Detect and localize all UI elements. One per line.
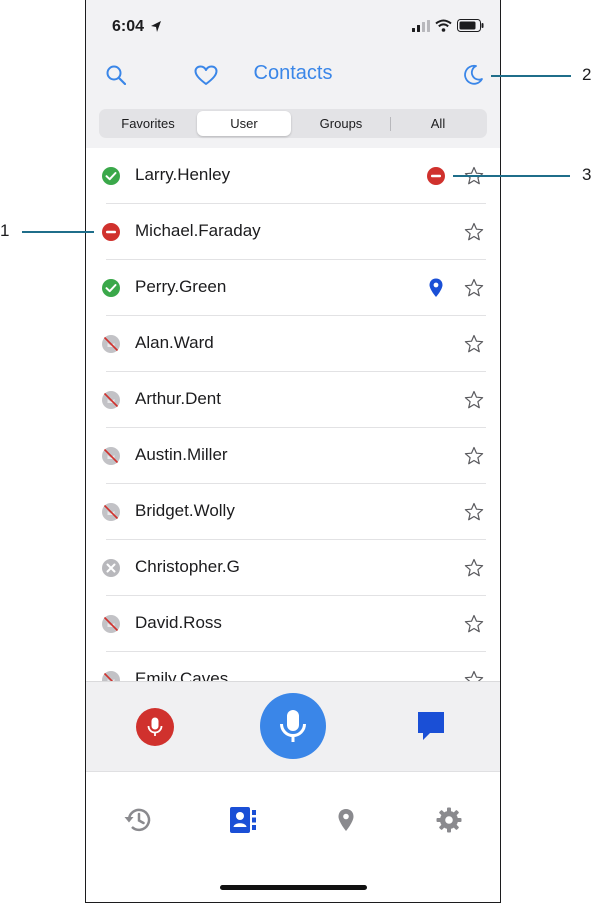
unavailable-status-icon: [102, 559, 120, 577]
contact-name: Bridget.Wolly: [135, 501, 235, 520]
tab-bar: [86, 771, 500, 902]
wifi-icon: [435, 19, 452, 32]
contact-row[interactable]: Austin.Miller: [86, 428, 500, 484]
contact-row[interactable]: David.Ross: [86, 596, 500, 652]
dnd-icon: [427, 167, 445, 185]
contact-name: Arthur.Dent: [135, 389, 221, 408]
contact-row[interactable]: Arthur.Dent: [86, 372, 500, 428]
contacts-icon[interactable]: [229, 806, 257, 834]
contact-row[interactable]: Michael.Faraday: [86, 204, 500, 260]
status-time: 6:04: [112, 18, 145, 35]
callout-line-1: [22, 231, 94, 233]
callout-label-1: 1: [0, 221, 10, 240]
favorite-star-icon[interactable]: [464, 446, 484, 466]
contact-name: Alan.Ward: [135, 333, 214, 352]
push-to-talk-bar: [86, 681, 500, 772]
push-to-talk-button[interactable]: [260, 693, 326, 759]
contact-row[interactable]: Bridget.Wolly: [86, 484, 500, 540]
contact-name: Emily.Caves: [135, 669, 229, 681]
phone-frame: 6:04 Contacts Favorites User Groups All …: [85, 0, 501, 903]
offline-status-icon: [102, 447, 120, 465]
contact-name: David.Ross: [135, 613, 222, 632]
home-indicator[interactable]: [220, 885, 367, 890]
contact-row[interactable]: Larry.Henley: [86, 148, 500, 204]
contact-list: Larry.Henley Michael.Faraday Perry.Green…: [86, 148, 500, 681]
offline-status-icon: [102, 615, 120, 633]
segment-user[interactable]: User: [197, 111, 291, 136]
contact-name: Christopher.G: [135, 557, 240, 576]
offline-status-icon: [102, 671, 120, 681]
callout-line-3: [453, 175, 570, 177]
battery-icon: [457, 19, 484, 32]
segmented-control: Favorites User Groups All: [99, 109, 487, 138]
callout-line-2: [491, 75, 571, 77]
segment-groups[interactable]: Groups: [293, 111, 389, 136]
contact-name: Michael.Faraday: [135, 221, 261, 240]
favorite-star-icon[interactable]: [464, 670, 484, 681]
segment-all[interactable]: All: [391, 111, 485, 136]
available-status-icon: [102, 167, 120, 185]
offline-status-icon: [102, 391, 120, 409]
available-status-icon: [102, 279, 120, 297]
location-pin-icon[interactable]: [426, 277, 446, 299]
favorite-star-icon[interactable]: [464, 222, 484, 242]
cellular-signal-icon: [412, 20, 430, 32]
favorite-star-icon[interactable]: [464, 614, 484, 634]
header: Contacts Favorites User Groups All: [86, 52, 500, 148]
moon-icon[interactable]: [462, 64, 484, 86]
emergency-mic-button[interactable]: [136, 708, 174, 746]
segment-favorites[interactable]: Favorites: [101, 111, 195, 136]
favorite-star-icon[interactable]: [464, 390, 484, 410]
favorite-star-icon[interactable]: [464, 278, 484, 298]
offline-status-icon: [102, 503, 120, 521]
page-title: Contacts: [253, 62, 333, 84]
status-bar: 6:04: [86, 0, 500, 52]
location-arrow-icon: [151, 21, 161, 32]
map-icon[interactable]: [337, 808, 355, 832]
favorite-star-icon[interactable]: [464, 558, 484, 578]
dnd-status-icon: [102, 223, 120, 241]
contact-name: Larry.Henley: [135, 165, 231, 184]
settings-icon[interactable]: [436, 807, 462, 833]
contact-row[interactable]: Alan.Ward: [86, 316, 500, 372]
callout-label-2: 2: [582, 65, 592, 84]
offline-status-icon: [102, 335, 120, 353]
contact-row[interactable]: Emily.Caves: [86, 652, 500, 681]
contact-row[interactable]: Christopher.G: [86, 540, 500, 596]
history-icon[interactable]: [123, 806, 153, 834]
favorite-star-icon[interactable]: [464, 502, 484, 522]
contact-row[interactable]: Perry.Green: [86, 260, 500, 316]
favorite-star-icon[interactable]: [464, 334, 484, 354]
contact-name: Perry.Green: [135, 277, 227, 296]
message-icon[interactable]: [417, 711, 445, 741]
callout-label-3: 3: [582, 165, 592, 184]
contact-name: Austin.Miller: [135, 445, 228, 464]
